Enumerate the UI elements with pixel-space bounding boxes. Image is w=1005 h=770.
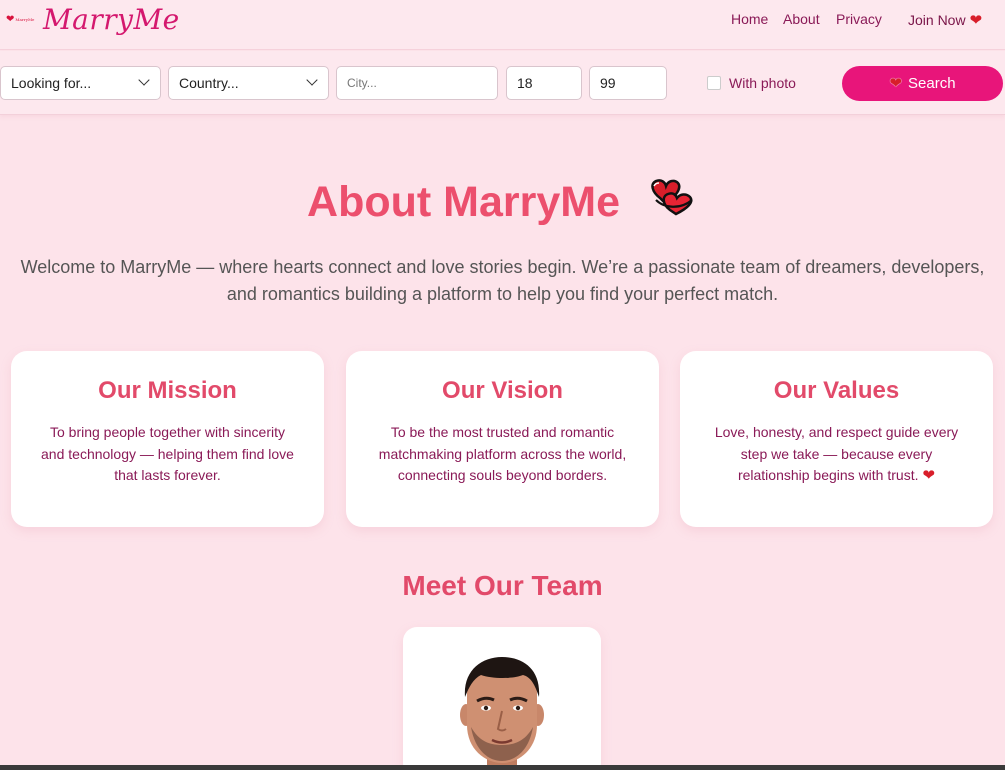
team-section-title: Meet Our Team — [402, 570, 603, 601]
main-nav: Home About Privacy Join Now ❤ — [0, 11, 1005, 31]
double-heart-icon — [646, 174, 698, 229]
join-label: Join Now — [908, 12, 966, 28]
vision-card: Our Vision To be the most trusted and ro… — [346, 351, 659, 527]
age-min-input[interactable]: 18 — [506, 66, 582, 100]
with-photo-option[interactable]: With photo — [707, 75, 796, 91]
nav-join-link[interactable]: Join Now ❤ — [908, 11, 982, 29]
looking-for-value: Looking for... — [11, 75, 92, 91]
nav-privacy-link[interactable]: Privacy — [836, 11, 882, 27]
nav-about-link[interactable]: About — [783, 11, 820, 27]
country-value: Country... — [179, 75, 239, 91]
age-min-value: 18 — [517, 75, 533, 91]
heart-icon: ❤ — [922, 467, 936, 484]
window-bottom-edge — [0, 765, 1005, 770]
country-select[interactable]: Country... — [168, 66, 329, 100]
card-title: Our Vision — [442, 377, 563, 404]
with-photo-checkbox[interactable] — [707, 76, 721, 90]
card-title: Our Values — [773, 377, 900, 404]
city-input[interactable]: City... — [336, 66, 498, 100]
heart-icon: ❤ — [969, 12, 983, 29]
page-title: About MarryMe — [0, 178, 1005, 229]
looking-for-select[interactable]: Looking for... — [0, 66, 161, 100]
city-placeholder: City... — [347, 76, 377, 90]
card-text: To bring people together with sincerity … — [41, 424, 294, 483]
chevron-down-icon — [138, 74, 150, 86]
search-button[interactable]: ❤ Search — [842, 66, 1003, 101]
heart-icon: ❤ — [889, 75, 903, 92]
card-text-wrap: Love, honesty, and respect guide every s… — [708, 422, 965, 487]
team-member-card — [403, 627, 601, 770]
intro-text: Welcome to MarryMe — where hearts connec… — [20, 257, 985, 304]
page-title-text: About MarryMe — [307, 178, 620, 226]
values-card: Our Values Love, honesty, and respect gu… — [680, 351, 993, 527]
mission-card: Our Mission To bring people together wit… — [11, 351, 324, 527]
card-text: To be the most trusted and romantic matc… — [378, 424, 627, 483]
card-title: Our Mission — [98, 377, 237, 404]
with-photo-label: With photo — [729, 75, 796, 91]
age-max-value: 99 — [600, 75, 616, 91]
top-navbar: ❤ MarryMe MarryMe Home About Privacy Join… — [0, 0, 1005, 50]
team-member-photo — [460, 657, 544, 770]
search-bar: Looking for... Country... City... 18 99 … — [0, 51, 1005, 115]
nav-home-link[interactable]: Home — [731, 11, 768, 27]
age-max-input[interactable]: 99 — [589, 66, 667, 100]
chevron-down-icon — [306, 74, 318, 86]
search-button-label: Search — [908, 75, 956, 92]
